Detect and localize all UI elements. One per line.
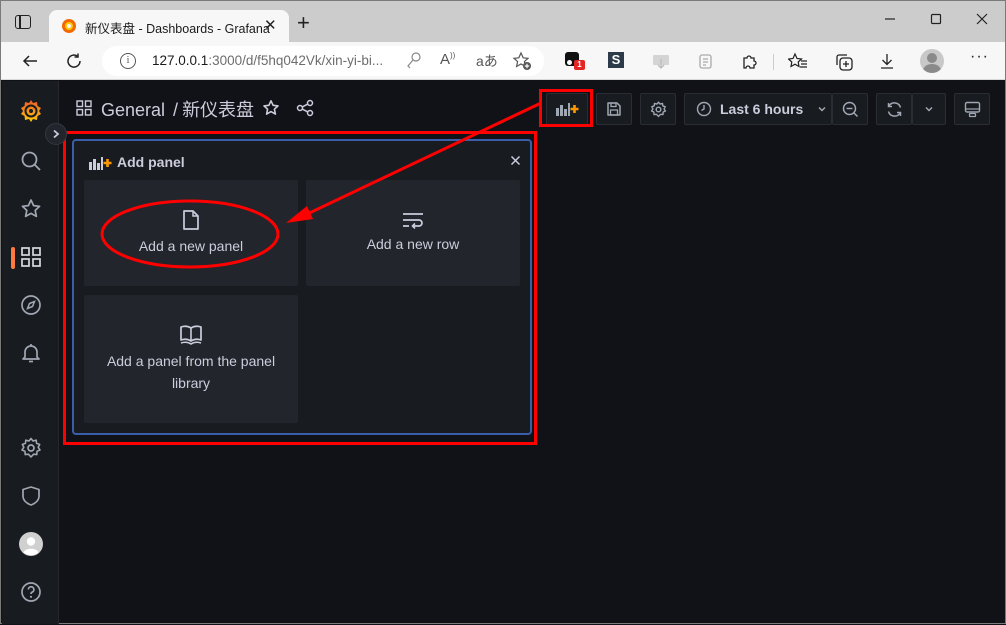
extension-badge-icon[interactable]: 1 [565, 52, 585, 70]
extension-download-icon[interactable] [652, 52, 670, 70]
add-panel-button[interactable] [546, 93, 588, 125]
gear-icon [650, 100, 666, 117]
monitor-icon [964, 101, 980, 117]
add-panel-icon [89, 157, 112, 170]
close-window-icon[interactable] [972, 12, 992, 32]
share-icon[interactable] [296, 99, 314, 122]
add-new-panel-label: Add a new panel [138, 238, 244, 254]
dashboards-icon[interactable] [2, 239, 59, 275]
minimize-icon[interactable] [880, 12, 900, 32]
dashboard-title[interactable]: 新仪表盘 [182, 100, 254, 120]
add-new-row-label: Add a new row [366, 236, 460, 252]
configuration-gear-icon[interactable] [2, 430, 59, 466]
toolbar-divider [773, 54, 774, 70]
add-new-panel-card[interactable]: Add a new panel [84, 180, 298, 286]
help-icon[interactable] [2, 574, 59, 610]
url-text[interactable]: 127.0.0.1:3000/d/f5hq042Vk/xin-yi-bi... [152, 53, 383, 68]
dashboard-header: General / 新仪表盘 Last 6 hours [60, 81, 1005, 135]
save-icon [607, 102, 621, 116]
site-info-icon[interactable]: i [120, 53, 136, 69]
translate-icon[interactable]: aあ [476, 51, 498, 71]
mark-favorite-icon[interactable] [262, 99, 280, 122]
navigation-bar: i 127.0.0.1:3000/d/f5hq042Vk/xin-yi-bi..… [1, 42, 1005, 80]
extensions-puzzle-icon[interactable] [741, 52, 759, 70]
breadcrumb-separator: / [173, 100, 179, 120]
breadcrumb-folder[interactable]: General [101, 100, 165, 120]
add-new-row-card[interactable]: Add a new row [306, 180, 520, 286]
add-panel-widget: Add panel Add a new panel Add a new row … [72, 139, 532, 435]
save-dashboard-button[interactable] [596, 93, 632, 125]
add-panel-icon [556, 103, 579, 116]
refresh-icon [887, 101, 901, 117]
chevron-down-icon [925, 106, 933, 112]
browser-tab-active[interactable]: 新仪表盘 - Dashboards - Grafana ✕ [49, 10, 289, 42]
zoom-out-time-button[interactable] [832, 93, 868, 125]
back-icon[interactable] [19, 50, 41, 72]
extension-s-icon[interactable]: S [608, 52, 624, 68]
refresh-interval-dropdown[interactable] [912, 93, 946, 125]
password-key-icon[interactable] [406, 51, 422, 72]
file-icon [183, 210, 199, 230]
maximize-icon[interactable] [926, 12, 946, 32]
browser-window: 新仪表盘 - Dashboards - Grafana ✕ + i 127.0.… [0, 0, 1006, 624]
alerting-bell-icon[interactable] [2, 335, 59, 371]
add-from-library-card[interactable]: Add a panel from the panel library [84, 295, 298, 423]
chevron-down-icon [818, 106, 826, 112]
close-icon[interactable] [510, 153, 521, 170]
tab-actions-icon[interactable] [15, 15, 31, 29]
new-tab-button[interactable]: + [297, 12, 310, 34]
more-menu-icon[interactable]: ··· [970, 49, 988, 70]
extension-count-badge: 1 [574, 60, 585, 70]
user-profile-avatar[interactable] [2, 526, 59, 562]
starred-icon[interactable] [2, 191, 59, 227]
add-from-library-label: Add a panel from the panel library [106, 353, 276, 391]
tv-mode-button[interactable] [954, 93, 990, 125]
downloads-icon[interactable] [878, 52, 896, 70]
favorites-icon[interactable] [787, 52, 807, 70]
refresh-icon[interactable] [63, 50, 85, 72]
book-icon [180, 325, 202, 345]
server-admin-shield-icon[interactable] [2, 478, 59, 514]
browser-profile-avatar[interactable] [920, 49, 944, 73]
add-panel-title: Add panel [117, 154, 185, 170]
clock-icon [696, 101, 712, 117]
tab-close-icon[interactable]: ✕ [264, 16, 277, 34]
time-range-label: Last 6 hours [720, 101, 804, 117]
grafana-favicon-icon [62, 19, 76, 33]
breadcrumb: General / 新仪表盘 [101, 96, 254, 122]
dashboard-settings-button[interactable] [640, 93, 676, 125]
dashboards-grid-icon [76, 100, 92, 116]
active-indicator [11, 247, 15, 269]
zoom-out-icon [842, 101, 858, 117]
explore-compass-icon[interactable] [2, 287, 59, 323]
expand-sidebar-button[interactable] [45, 123, 67, 145]
grafana-sidebar [2, 81, 59, 624]
collections-icon[interactable] [834, 52, 853, 71]
refresh-dashboard-button[interactable] [876, 93, 912, 125]
tab-title: 新仪表盘 - Dashboards - Grafana [85, 22, 270, 36]
read-aloud-icon[interactable]: A)) [440, 51, 455, 68]
search-icon[interactable] [2, 143, 59, 179]
extension-copy-icon[interactable] [697, 52, 715, 70]
address-bar[interactable]: i 127.0.0.1:3000/d/f5hq042Vk/xin-yi-bi..… [102, 46, 544, 76]
time-range-picker[interactable]: Last 6 hours [684, 93, 832, 125]
title-bar: 新仪表盘 - Dashboards - Grafana ✕ + [1, 1, 1005, 42]
add-favorite-icon[interactable] [512, 51, 532, 74]
row-wrap-icon [403, 213, 423, 229]
